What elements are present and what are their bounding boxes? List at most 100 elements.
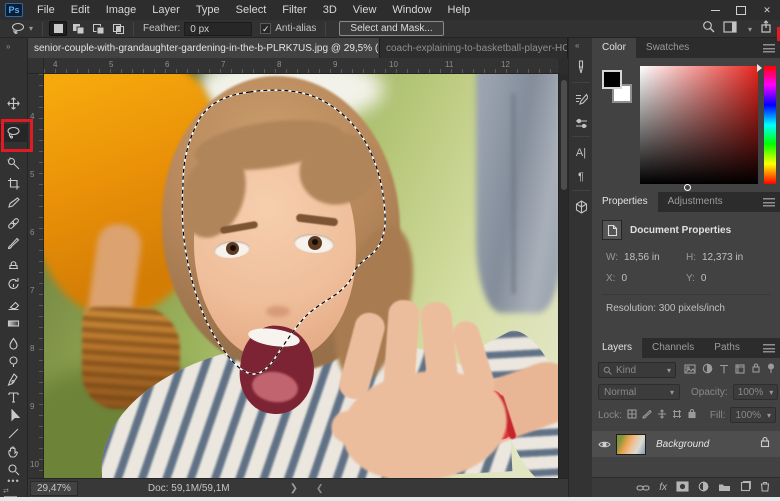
eyedropper-tool[interactable] bbox=[0, 194, 27, 212]
crop-tool[interactable] bbox=[0, 174, 27, 192]
panel-menu-icon[interactable] bbox=[763, 198, 775, 207]
chevron-down-icon[interactable]: ▾ bbox=[748, 25, 752, 34]
type-tool[interactable] bbox=[0, 388, 27, 406]
color-picker-marker[interactable] bbox=[684, 184, 691, 191]
opacity-field[interactable]: 100% ▾ bbox=[733, 384, 779, 400]
history-brush-tool[interactable] bbox=[0, 274, 27, 292]
panel-menu-icon[interactable] bbox=[763, 44, 775, 53]
add-mask-icon[interactable] bbox=[676, 479, 689, 497]
hand-tool[interactable] bbox=[0, 442, 27, 460]
layer-thumbnail[interactable] bbox=[616, 434, 646, 455]
layer-style-fx-icon[interactable]: fx bbox=[659, 482, 667, 493]
brushes-icon[interactable] bbox=[569, 56, 593, 78]
new-layer-icon[interactable] bbox=[740, 479, 751, 497]
tab-layers[interactable]: Layers bbox=[592, 338, 642, 358]
gradient-tool[interactable] bbox=[0, 314, 27, 332]
swap-colors-icon[interactable]: ⇄ bbox=[3, 487, 9, 495]
new-selection-button[interactable] bbox=[49, 21, 67, 36]
share-icon[interactable] bbox=[760, 20, 772, 38]
lock-image-icon[interactable] bbox=[642, 406, 652, 424]
filter-adjustment-layers-icon[interactable] bbox=[702, 363, 713, 377]
blend-mode-select[interactable]: Normal ▾ bbox=[598, 384, 680, 400]
menu-window[interactable]: Window bbox=[384, 0, 439, 20]
select-and-mask-button[interactable]: Select and Mask... bbox=[339, 21, 443, 36]
color-foreground-swatch[interactable] bbox=[602, 70, 622, 89]
path-selection-tool[interactable] bbox=[0, 406, 27, 424]
workspace-icon[interactable] bbox=[723, 20, 737, 38]
tab-color[interactable]: Color bbox=[592, 38, 636, 58]
document-canvas[interactable] bbox=[44, 74, 558, 478]
panel-menu-icon[interactable] bbox=[763, 344, 775, 353]
close-button[interactable] bbox=[754, 0, 780, 20]
layer-name[interactable]: Background bbox=[656, 439, 709, 450]
quick-selection-tool[interactable] bbox=[0, 154, 27, 172]
menu-file[interactable]: File bbox=[29, 0, 63, 20]
spot-healing-tool[interactable] bbox=[0, 214, 27, 232]
link-layers-icon[interactable] bbox=[636, 479, 650, 497]
layer-visibility-eye-icon[interactable] bbox=[592, 440, 616, 449]
filter-pin-icon[interactable] bbox=[767, 363, 775, 377]
menu-image[interactable]: Image bbox=[98, 0, 145, 20]
blur-tool[interactable] bbox=[0, 334, 27, 352]
brush-tool[interactable] bbox=[0, 234, 27, 252]
brush-settings-icon[interactable] bbox=[569, 88, 593, 110]
filter-pixel-layers-icon[interactable] bbox=[684, 364, 696, 377]
filter-type-layers-icon[interactable] bbox=[719, 364, 729, 377]
menu-filter[interactable]: Filter bbox=[274, 0, 314, 20]
menu-type[interactable]: Type bbox=[188, 0, 228, 20]
x-value[interactable]: 0 bbox=[621, 273, 627, 284]
eraser-tool[interactable] bbox=[0, 294, 27, 312]
filter-shape-layers-icon[interactable] bbox=[735, 364, 745, 377]
tab-swatches[interactable]: Swatches bbox=[636, 38, 699, 58]
antialias-checkbox[interactable]: ✓ bbox=[260, 23, 271, 34]
lock-transparency-icon[interactable] bbox=[627, 406, 637, 424]
clone-source-icon[interactable] bbox=[569, 112, 593, 134]
collapse-panels-icon[interactable]: « bbox=[575, 41, 578, 50]
tab-properties[interactable]: Properties bbox=[592, 192, 658, 212]
line-tool[interactable] bbox=[0, 424, 27, 442]
canvas-vertical-scrollbar[interactable] bbox=[558, 74, 568, 478]
lock-all-icon[interactable] bbox=[687, 406, 697, 424]
layer-filter-kind-select[interactable]: Kind ▾ bbox=[598, 362, 676, 378]
zoom-level-field[interactable]: 29,47% bbox=[30, 481, 78, 496]
tab-senior-couple[interactable]: senior-couple-with-grandaughter-gardenin… bbox=[28, 38, 380, 58]
layer-row-background[interactable]: Background bbox=[592, 431, 780, 457]
feather-input[interactable]: 0 px bbox=[184, 22, 252, 36]
menu-help[interactable]: Help bbox=[440, 0, 479, 20]
tab-paths[interactable]: Paths bbox=[704, 338, 750, 358]
menu-layer[interactable]: Layer bbox=[144, 0, 188, 20]
menu-edit[interactable]: Edit bbox=[63, 0, 98, 20]
tab-coach-explaining[interactable]: coach-explaining-to-basketball-player-HC… bbox=[380, 38, 568, 58]
tool-preset-picker[interactable]: ▾ bbox=[0, 22, 37, 35]
maximize-button[interactable] bbox=[728, 0, 754, 20]
fill-field[interactable]: 100% ▾ bbox=[730, 407, 776, 423]
edit-toolbar-icon[interactable]: ••• bbox=[0, 476, 27, 486]
paragraph-panel-icon[interactable]: ¶ bbox=[569, 166, 593, 188]
menu-view[interactable]: View bbox=[345, 0, 385, 20]
pen-tool[interactable] bbox=[0, 370, 27, 388]
add-to-selection-button[interactable] bbox=[69, 21, 87, 36]
status-options-chevron[interactable]: ❯ bbox=[290, 483, 298, 494]
hue-slider[interactable] bbox=[764, 66, 776, 184]
ruler-top[interactable]: 45678910111213 bbox=[44, 58, 558, 74]
menu-3d[interactable]: 3D bbox=[315, 0, 345, 20]
3d-panel-icon[interactable] bbox=[569, 196, 593, 218]
scrollbar-left-arrow[interactable]: ❮ bbox=[316, 483, 324, 494]
lock-artboard-icon[interactable] bbox=[672, 406, 682, 424]
minimize-button[interactable] bbox=[702, 0, 728, 20]
width-value[interactable]: 18,56 in bbox=[624, 252, 660, 263]
scrollbar-thumb[interactable] bbox=[561, 80, 567, 190]
height-value[interactable]: 12,373 in bbox=[702, 252, 743, 263]
filter-smart-objects-icon[interactable] bbox=[751, 363, 761, 377]
menu-select[interactable]: Select bbox=[228, 0, 275, 20]
saturation-brightness-picker[interactable] bbox=[640, 66, 758, 184]
search-icon[interactable] bbox=[702, 20, 715, 38]
tab-channels[interactable]: Channels bbox=[642, 338, 704, 358]
lock-position-icon[interactable] bbox=[657, 406, 667, 424]
adjustment-layer-icon[interactable] bbox=[698, 479, 709, 497]
delete-layer-icon[interactable] bbox=[760, 479, 770, 497]
dodge-tool[interactable] bbox=[0, 352, 27, 370]
subtract-from-selection-button[interactable] bbox=[89, 21, 107, 36]
intersect-selection-button[interactable] bbox=[109, 21, 127, 36]
ruler-origin-corner[interactable] bbox=[28, 58, 44, 74]
